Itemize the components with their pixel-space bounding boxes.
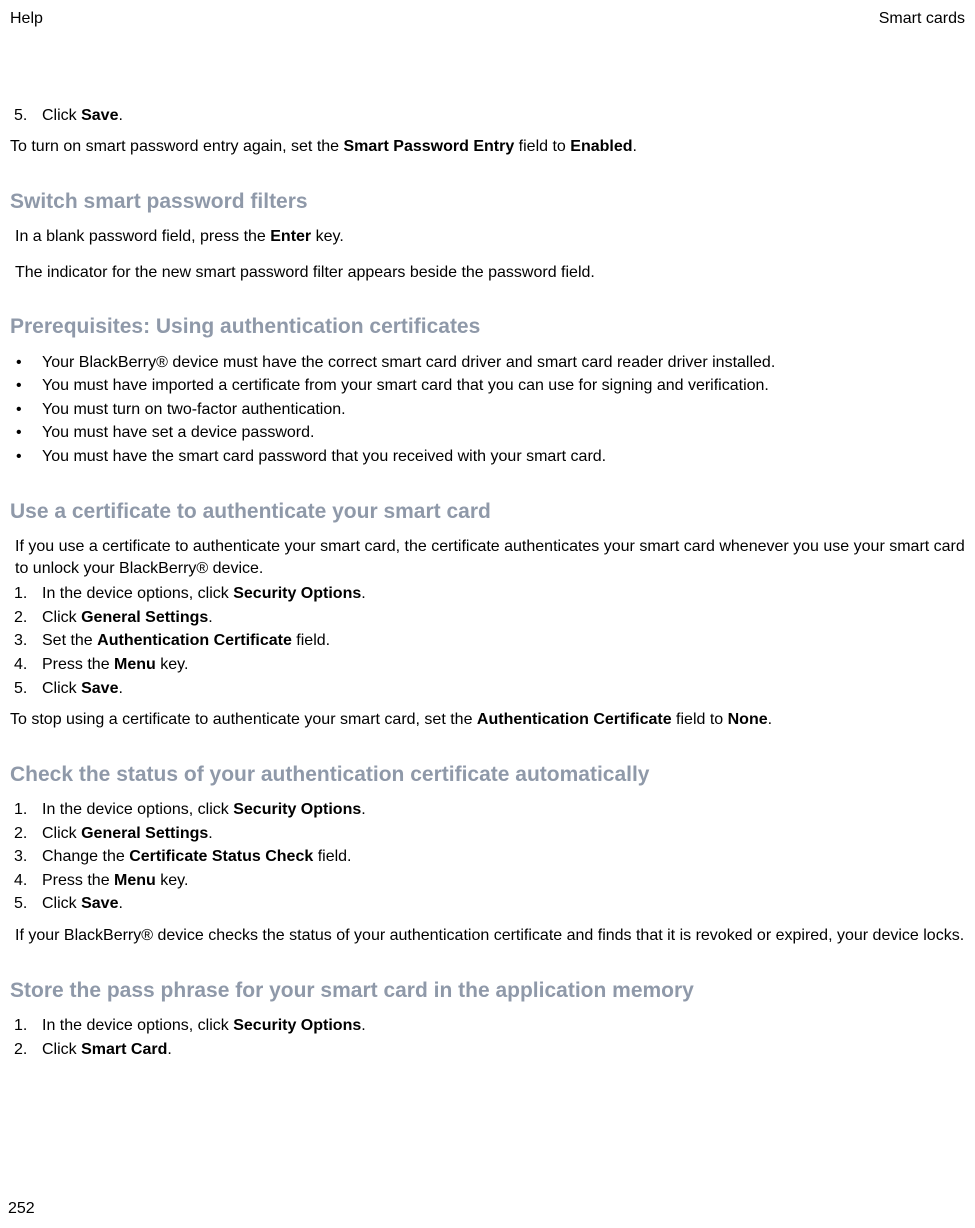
bullet-icon: • xyxy=(10,375,42,397)
step-text: In the device options, click Security Op… xyxy=(42,583,965,605)
step-number: 5. xyxy=(10,893,42,915)
list-item: 4.Press the Menu key. xyxy=(10,654,965,676)
list-item: •You must turn on two-factor authenticat… xyxy=(10,399,965,421)
bullet-icon: • xyxy=(10,446,42,468)
step-text: Click Save. xyxy=(42,105,965,127)
store-pass-steps: 1.In the device options, click Security … xyxy=(10,1015,965,1060)
heading-store-pass-phrase: Store the pass phrase for your smart car… xyxy=(10,977,965,1005)
bullet-icon: • xyxy=(10,352,42,374)
step-text: Click General Settings. xyxy=(42,823,965,845)
prerequisites-list: •Your BlackBerry® device must have the c… xyxy=(10,352,965,468)
list-item: 3.Change the Certificate Status Check fi… xyxy=(10,846,965,868)
step-number: 1. xyxy=(10,583,42,605)
check-status-outro: If your BlackBerry® device checks the st… xyxy=(15,925,965,947)
list-item: 5.Click Save. xyxy=(10,678,965,700)
step-number: 3. xyxy=(10,846,42,868)
step-number: 5. xyxy=(10,105,42,127)
page-header: Help Smart cards xyxy=(8,8,967,30)
step-number: 4. xyxy=(10,870,42,892)
heading-prerequisites: Prerequisites: Using authentication cert… xyxy=(10,313,965,341)
bullet-text: You must turn on two-factor authenticati… xyxy=(42,399,965,421)
page-content: 5. Click Save. To turn on smart password… xyxy=(8,105,967,1061)
list-item: 1.In the device options, click Security … xyxy=(10,799,965,821)
step-text: Press the Menu key. xyxy=(42,654,965,676)
bullet-text: You must have the smart card password th… xyxy=(42,446,965,468)
header-right: Smart cards xyxy=(879,8,965,30)
step-text: Click Smart Card. xyxy=(42,1039,965,1061)
header-left: Help xyxy=(10,8,43,30)
heading-switch-smart-password-filters: Switch smart password filters xyxy=(10,188,965,216)
page: Help Smart cards 5. Click Save. To turn … xyxy=(0,0,975,1228)
step-text: Click Save. xyxy=(42,893,965,915)
step-text: Press the Menu key. xyxy=(42,870,965,892)
step-text: Change the Certificate Status Check fiel… xyxy=(42,846,965,868)
step-number: 2. xyxy=(10,607,42,629)
step-number: 4. xyxy=(10,654,42,676)
switch-filters-p1: In a blank password field, press the Ent… xyxy=(15,226,965,248)
bullet-text: You must have set a device password. xyxy=(42,422,965,444)
step-number: 1. xyxy=(10,799,42,821)
step-text: Set the Authentication Certificate field… xyxy=(42,630,965,652)
list-item: 2.Click General Settings. xyxy=(10,607,965,629)
bullet-icon: • xyxy=(10,422,42,444)
list-item: •You must have set a device password. xyxy=(10,422,965,444)
list-item: 3.Set the Authentication Certificate fie… xyxy=(10,630,965,652)
list-item: 2.Click Smart Card. xyxy=(10,1039,965,1061)
list-item: 5.Click Save. xyxy=(10,893,965,915)
step-text: In the device options, click Security Op… xyxy=(42,1015,965,1037)
bullet-text: You must have imported a certificate fro… xyxy=(42,375,965,397)
step-text: Click Save. xyxy=(42,678,965,700)
bullet-text: Your BlackBerry® device must have the co… xyxy=(42,352,965,374)
list-item: 1.In the device options, click Security … xyxy=(10,1015,965,1037)
step-text: In the device options, click Security Op… xyxy=(42,799,965,821)
list-item: 4.Press the Menu key. xyxy=(10,870,965,892)
step-save: 5. Click Save. xyxy=(10,105,965,127)
use-cert-steps: 1.In the device options, click Security … xyxy=(10,583,965,699)
use-cert-outro: To stop using a certificate to authentic… xyxy=(10,709,965,731)
list-item: •You must have the smart card password t… xyxy=(10,446,965,468)
step-number: 3. xyxy=(10,630,42,652)
switch-filters-p2: The indicator for the new smart password… xyxy=(15,262,965,284)
use-cert-intro: If you use a certificate to authenticate… xyxy=(15,536,965,579)
step-text: Click General Settings. xyxy=(42,607,965,629)
list-item: 5. Click Save. xyxy=(10,105,965,127)
heading-use-certificate: Use a certificate to authenticate your s… xyxy=(10,498,965,526)
step-number: 2. xyxy=(10,823,42,845)
page-number: 252 xyxy=(8,1198,35,1220)
check-status-steps: 1.In the device options, click Security … xyxy=(10,799,965,915)
note-turn-on-again: To turn on smart password entry again, s… xyxy=(10,136,965,158)
list-item: •You must have imported a certificate fr… xyxy=(10,375,965,397)
list-item: 2.Click General Settings. xyxy=(10,823,965,845)
bullet-icon: • xyxy=(10,399,42,421)
step-number: 5. xyxy=(10,678,42,700)
step-number: 1. xyxy=(10,1015,42,1037)
list-item: 1.In the device options, click Security … xyxy=(10,583,965,605)
step-number: 2. xyxy=(10,1039,42,1061)
list-item: •Your BlackBerry® device must have the c… xyxy=(10,352,965,374)
heading-check-status: Check the status of your authentication … xyxy=(10,761,965,789)
